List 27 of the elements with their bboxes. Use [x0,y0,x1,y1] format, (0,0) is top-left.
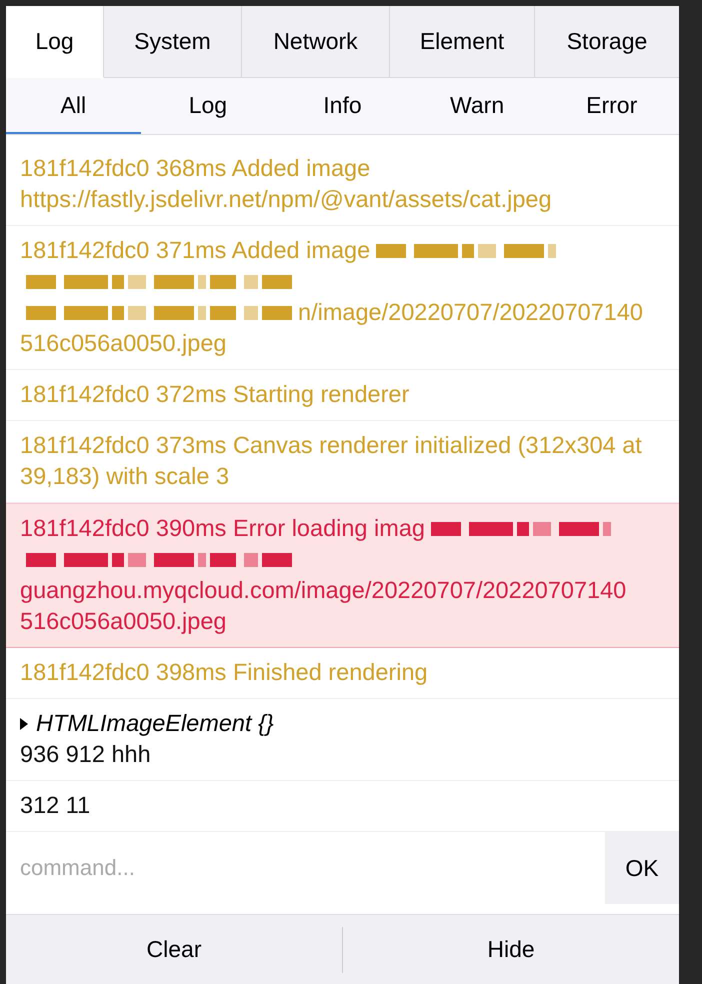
log-text: 181f142fdc0 390ms Error loading imag [20,514,425,543]
log-text: 516c056a0050.jpeg [20,329,226,358]
filter-tab[interactable]: Log [140,78,276,134]
panel-tab[interactable]: Storage [535,6,679,78]
object-label[interactable]: HTMLImageElement {} [36,708,274,739]
log-text: 181f142fdc0 372ms Starting renderer [20,380,410,409]
log-text: 312 11 [20,791,90,820]
log-text: 181f142fdc0 371ms Added image [20,236,370,265]
log-text: 181f142fdc0 368ms Added image [20,154,370,183]
log-text: 181f142fdc0 373ms Canvas renderer initialized (312x304 at 39,183) with scale 3 [20,431,643,491]
filter-tab[interactable]: Warn [410,78,544,134]
expand-triangle-icon[interactable] [20,718,28,730]
footer-button[interactable]: Hide [343,915,679,984]
panel-tab[interactable]: Network [242,6,390,78]
filter-tab[interactable]: Error [544,78,679,134]
log-text: 516c056a0050.jpeg [20,607,226,636]
log-text: https://fastly.jsdelivr.net/npm/@vant/assets/cat.jpeg [20,185,552,214]
filter-tab[interactable]: Info [275,78,410,134]
filter-tab[interactable]: All [6,78,141,134]
log-text: guangzhou.myqcloud.com/image/20220707/20220707140 [20,576,626,605]
log-text: 936 912 hhh [20,740,151,769]
log-text: 181f142fdc0 398ms Finished rendering [20,658,428,687]
ok-button[interactable]: OK [605,832,679,904]
panel-tab[interactable]: Element [390,6,535,78]
log-text: n/image/20220707/20220707140 [298,298,643,327]
footer-button[interactable]: Clear [6,915,342,984]
panel-tab[interactable]: System [104,6,242,78]
